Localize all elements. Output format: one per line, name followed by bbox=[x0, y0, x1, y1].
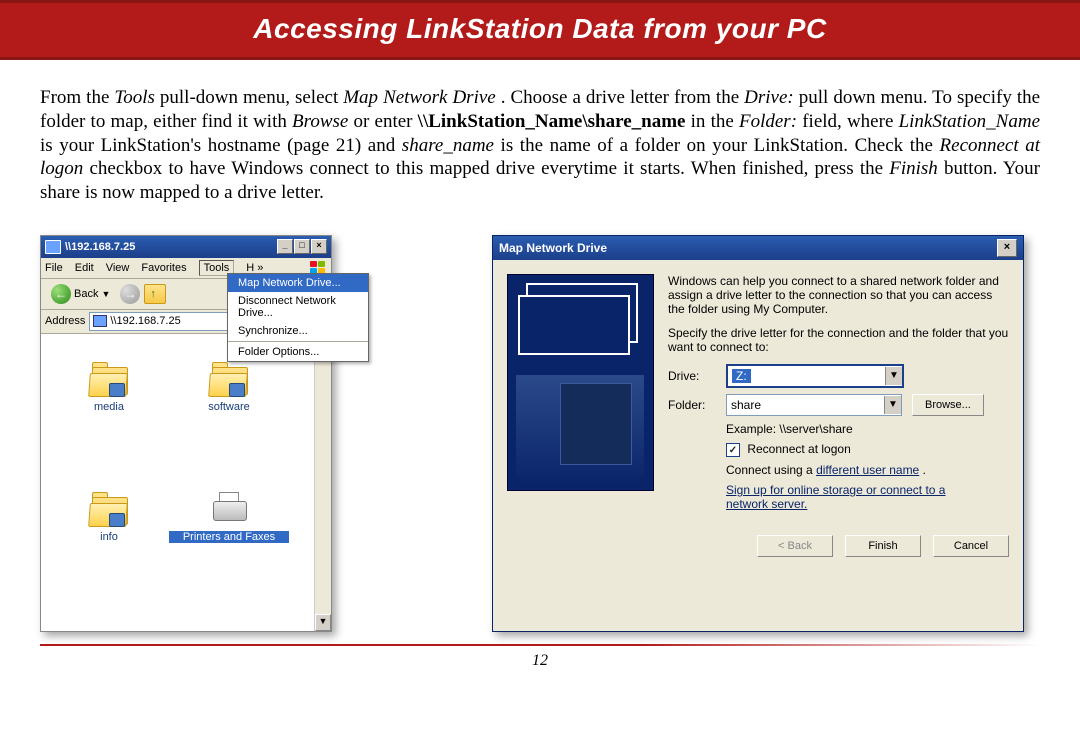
back-label: Back bbox=[74, 288, 98, 300]
menu-view[interactable]: View bbox=[106, 262, 130, 274]
menu-item-synchronize[interactable]: Synchronize... bbox=[228, 322, 368, 340]
text-lsname: LinkStation_Name bbox=[899, 111, 1040, 132]
folder-label: info bbox=[49, 531, 169, 543]
explorer-titlebar[interactable]: \\192.168.7.25 _ □ × bbox=[41, 236, 331, 258]
text: is the name of a folder on your LinkStat… bbox=[501, 135, 940, 156]
network-folder-icon bbox=[209, 359, 249, 395]
menu-item-map-network-drive[interactable]: Map Network Drive... bbox=[228, 274, 368, 292]
signup-link[interactable]: Sign up for online storage or connect to… bbox=[726, 483, 986, 511]
text: . bbox=[923, 463, 926, 477]
dialog-titlebar[interactable]: Map Network Drive × bbox=[493, 236, 1023, 260]
text: Connect using a bbox=[726, 463, 816, 477]
cancel-button[interactable]: Cancel bbox=[933, 535, 1009, 557]
different-user-name-link[interactable]: different user name bbox=[816, 463, 919, 477]
text-lspath: \\LinkStation_Name\share_name bbox=[418, 111, 686, 132]
dialog-illustration bbox=[507, 274, 654, 491]
text: field, where bbox=[802, 111, 898, 132]
connect-using-row: Connect using a different user name . bbox=[726, 463, 1009, 477]
map-network-drive-dialog: Map Network Drive × Windows can help you… bbox=[492, 235, 1024, 632]
text: is your LinkStation's hostname (page 21)… bbox=[40, 135, 402, 156]
text-finish: Finish bbox=[889, 158, 938, 179]
tools-dropdown: Map Network Drive... Disconnect Network … bbox=[227, 273, 369, 362]
close-button[interactable]: × bbox=[311, 239, 327, 254]
folder-input[interactable]: share ▼ bbox=[726, 394, 902, 416]
checkbox-checked-icon[interactable]: ✓ bbox=[726, 443, 740, 457]
folder-printers-faxes[interactable]: Printers and Faxes bbox=[169, 489, 289, 589]
text-mapnd: Map Network Drive bbox=[343, 87, 495, 108]
intro-text-2: Specify the drive letter for the connect… bbox=[668, 326, 1009, 354]
folder-media[interactable]: media bbox=[49, 359, 169, 459]
maximize-button[interactable]: □ bbox=[294, 239, 310, 254]
back-arrow-icon: ← bbox=[51, 284, 71, 304]
explorer-title: \\192.168.7.25 bbox=[65, 241, 135, 253]
text: in the bbox=[691, 111, 739, 132]
back-button: < Back bbox=[757, 535, 833, 557]
minimize-button[interactable]: _ bbox=[277, 239, 293, 254]
scroll-down-icon[interactable]: ▼ bbox=[315, 614, 331, 631]
printer-icon bbox=[209, 489, 249, 525]
folder-label: software bbox=[169, 401, 289, 413]
dialog-title: Map Network Drive bbox=[499, 241, 607, 255]
address-value: \\192.168.7.25 bbox=[110, 315, 180, 327]
text-sharename: share_name bbox=[402, 135, 494, 156]
reconnect-label: Reconnect at logon bbox=[747, 442, 850, 456]
text: checkbox to have Windows connect to this… bbox=[90, 158, 890, 179]
back-button[interactable]: ← Back ▼ bbox=[45, 282, 116, 306]
network-icon bbox=[45, 240, 61, 254]
folder-label: Folder: bbox=[668, 398, 716, 412]
page-number: 12 bbox=[0, 652, 1080, 670]
drive-select[interactable]: Z: ▼ bbox=[726, 364, 904, 388]
explorer-content: media software info Printers and Faxes ▲… bbox=[41, 334, 331, 631]
instruction-paragraph: From the Tools pull-down menu, select Ma… bbox=[0, 60, 1080, 215]
folder-label: media bbox=[49, 401, 169, 413]
drive-value: Z: bbox=[732, 369, 751, 383]
chevron-down-icon: ▼ bbox=[884, 396, 901, 414]
drive-label: Drive: bbox=[668, 369, 716, 383]
address-label: Address bbox=[45, 315, 85, 327]
text-drive: Drive: bbox=[744, 87, 794, 108]
text: pull-down menu, select bbox=[160, 87, 343, 108]
text-tools: Tools bbox=[114, 87, 155, 108]
chevron-down-icon: ▼ bbox=[885, 367, 902, 385]
menu-file[interactable]: File bbox=[45, 262, 63, 274]
folder-value: share bbox=[731, 398, 761, 412]
vertical-scrollbar[interactable]: ▲ ▼ bbox=[314, 334, 331, 631]
drive-icon bbox=[526, 283, 638, 343]
intro-text-1: Windows can help you connect to a shared… bbox=[668, 274, 1009, 316]
example-text: Example: \\server\share bbox=[726, 422, 1009, 436]
network-folder-icon bbox=[89, 489, 129, 525]
explorer-window: \\192.168.7.25 _ □ × File Edit View Favo… bbox=[40, 235, 332, 632]
text-folder: Folder: bbox=[739, 111, 797, 132]
up-folder-icon[interactable]: ↑ bbox=[144, 284, 166, 304]
text: . Choose a drive letter from the bbox=[501, 87, 744, 108]
network-icon bbox=[93, 315, 107, 327]
close-button[interactable]: × bbox=[997, 239, 1017, 257]
dialog-footer: < Back Finish Cancel bbox=[493, 525, 1023, 571]
browse-button[interactable]: Browse... bbox=[912, 394, 984, 416]
finish-button[interactable]: Finish bbox=[845, 535, 921, 557]
folder-software[interactable]: software bbox=[169, 359, 289, 459]
page-title: Accessing LinkStation Data from your PC bbox=[0, 13, 1080, 45]
forward-button[interactable]: → bbox=[120, 284, 140, 304]
folder-label: Printers and Faxes bbox=[169, 531, 289, 543]
menu-edit[interactable]: Edit bbox=[75, 262, 94, 274]
folder-info[interactable]: info bbox=[49, 489, 169, 589]
network-folder-icon bbox=[89, 359, 129, 395]
header-bar: Accessing LinkStation Data from your PC bbox=[0, 0, 1080, 60]
text-browse: Browse bbox=[292, 111, 348, 132]
footer-rule bbox=[40, 644, 1040, 646]
dialog-content: Windows can help you connect to a shared… bbox=[668, 274, 1009, 518]
text: or enter bbox=[354, 111, 418, 132]
menu-separator bbox=[228, 341, 368, 342]
text: From the bbox=[40, 87, 114, 108]
reconnect-checkbox-row[interactable]: ✓ Reconnect at logon bbox=[726, 442, 1009, 458]
menu-favorites[interactable]: Favorites bbox=[141, 262, 186, 274]
menu-item-disconnect-network-drive[interactable]: Disconnect Network Drive... bbox=[228, 292, 368, 322]
menu-item-folder-options[interactable]: Folder Options... bbox=[228, 343, 368, 361]
